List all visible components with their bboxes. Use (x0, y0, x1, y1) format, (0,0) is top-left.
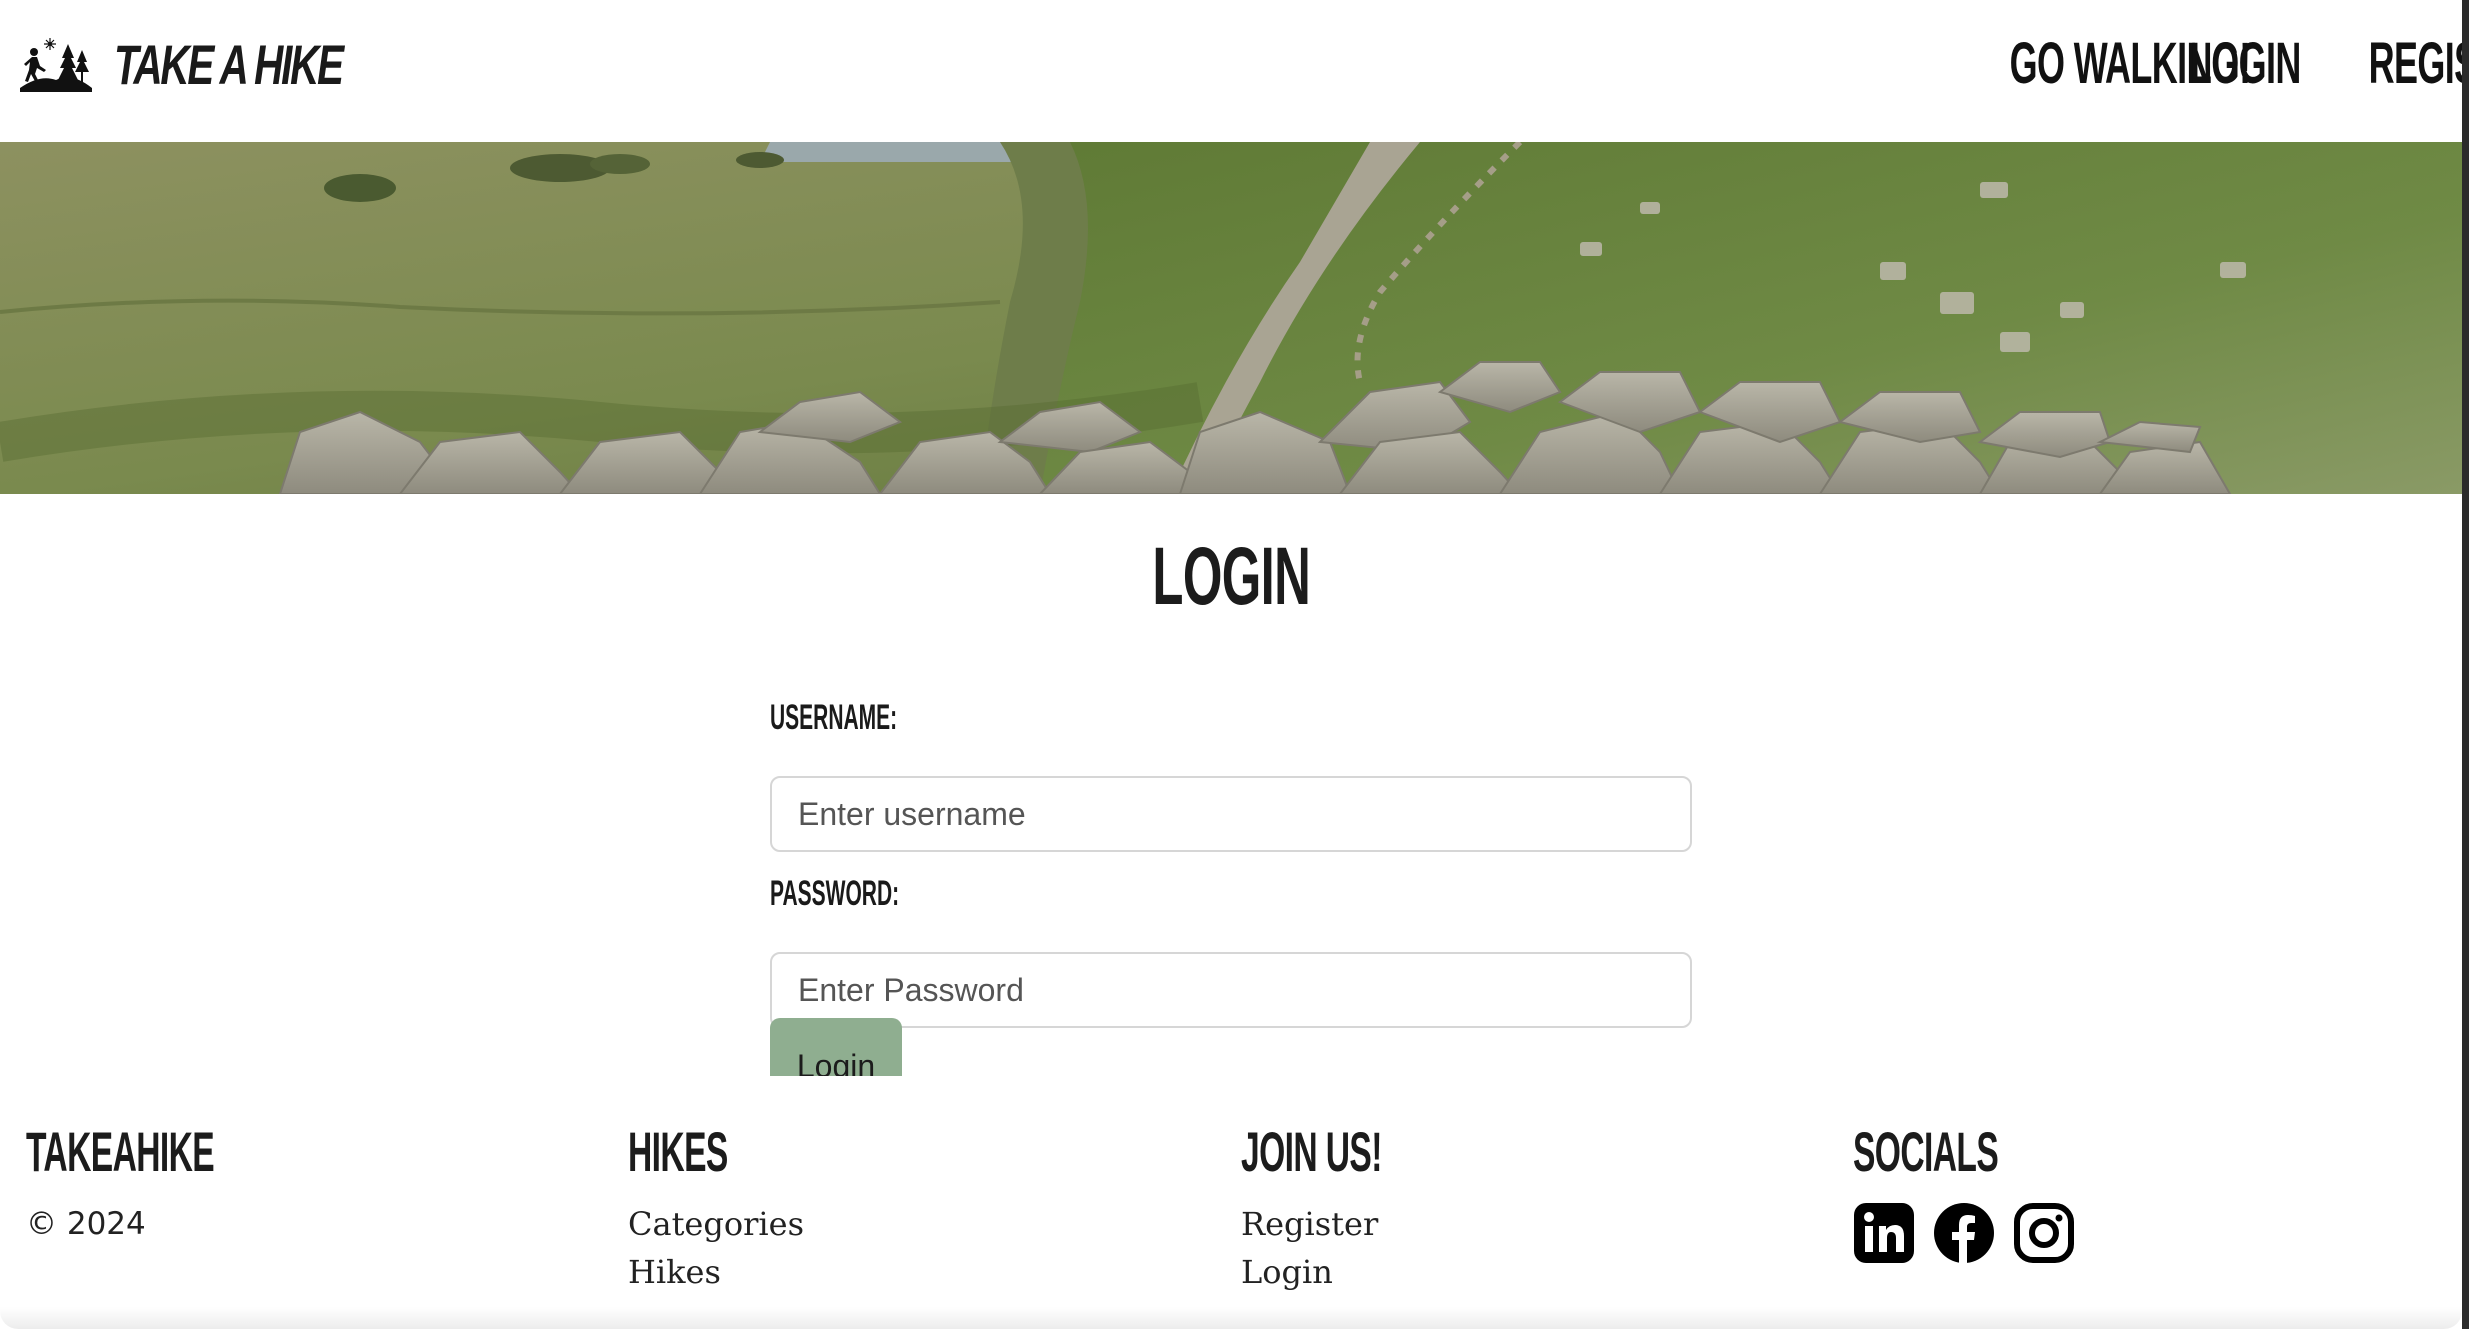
footer-col-socials: SOCIALS (1853, 1120, 2095, 1264)
page-bottom-edge (0, 1307, 2462, 1329)
social-links (1853, 1202, 2095, 1264)
footer-col-join-us: JOIN US! Register Login (1241, 1120, 1476, 1296)
nav-links: GO WALKING! LOGIN REGISTER (1862, 30, 2469, 97)
hero-image (0, 142, 2462, 494)
brand-link[interactable]: TAKE A HIKE (20, 32, 430, 96)
copyright-text: © 2024 (26, 1206, 146, 1242)
page-title: LOGIN (1152, 531, 1311, 622)
login-button-wrap: Login (770, 1018, 902, 1076)
footer-link-register[interactable]: Register (1241, 1200, 1476, 1248)
login-form: USERNAME: PASSWORD: (770, 696, 1692, 1028)
footer-heading-takeahike: TAKEAHIKE (26, 1120, 215, 1183)
login-button[interactable]: Login (770, 1018, 902, 1076)
footer-heading-hikes: HIKES (628, 1120, 728, 1183)
nav-login[interactable]: LOGIN (2190, 30, 2301, 97)
login-heading-wrap: LOGIN (0, 530, 2462, 624)
linkedin-icon[interactable] (1853, 1202, 1915, 1264)
facebook-icon[interactable] (1933, 1202, 1995, 1264)
instagram-icon[interactable] (2013, 1202, 2075, 1264)
nav-register[interactable]: REGISTER (2369, 30, 2469, 97)
footer: TAKEAHIKE © 2024 HIKES Categories Hikes … (0, 1080, 2462, 1329)
footer-link-login[interactable]: Login (1241, 1248, 1476, 1296)
navbar: TAKE A HIKE GO WALKING! LOGIN REGISTER (0, 0, 2469, 142)
footer-heading-join-us: JOIN US! (1241, 1120, 1382, 1183)
footer-link-hikes[interactable]: Hikes (628, 1248, 804, 1296)
hiker-trees-icon (20, 38, 92, 92)
footer-heading-socials: SOCIALS (1853, 1120, 1999, 1183)
password-input[interactable] (770, 952, 1692, 1028)
window-edge (2462, 0, 2469, 1329)
footer-col-takeahike: TAKEAHIKE © 2024 (26, 1120, 340, 1242)
footer-link-categories[interactable]: Categories (628, 1200, 804, 1248)
username-input[interactable] (770, 776, 1692, 852)
footer-col-hikes: HIKES Categories Hikes (628, 1120, 804, 1296)
username-label: USERNAME: (770, 698, 898, 737)
brand-name: TAKE A HIKE (114, 32, 344, 96)
password-label: PASSWORD: (770, 874, 900, 913)
